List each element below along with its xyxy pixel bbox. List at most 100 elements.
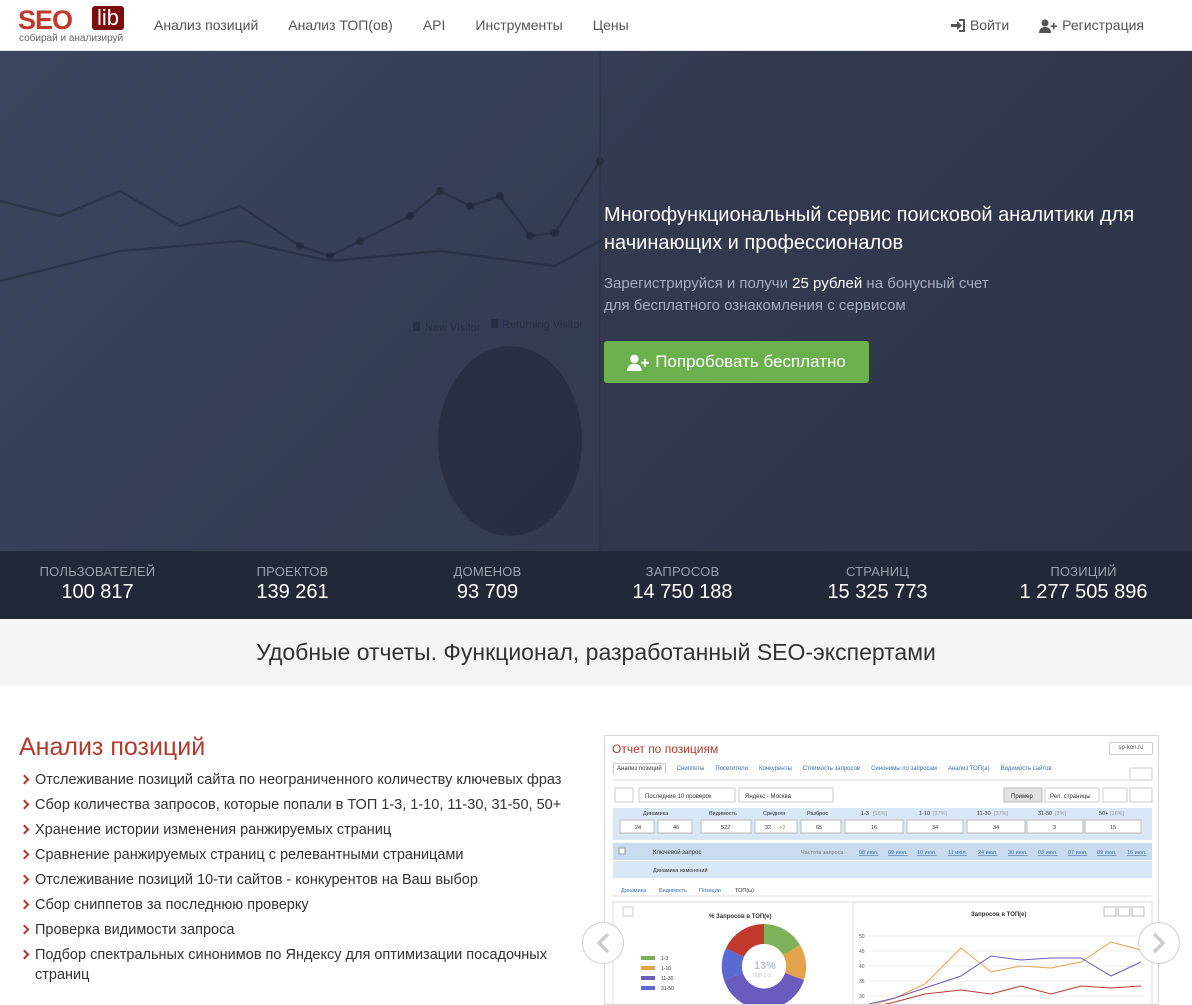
- sub-tab: Позиции: [699, 888, 721, 894]
- date-col: 09 июл.: [888, 850, 908, 856]
- metric-value: 15: [1110, 825, 1116, 831]
- filter-select: Последние 10 проверок: [645, 794, 712, 800]
- chevron-right-icon: [1152, 932, 1166, 954]
- logo-seo-text: SEO: [18, 5, 73, 35]
- metric-value: 32: [765, 825, 771, 831]
- date-col: 16 июл.: [1127, 850, 1147, 856]
- auth-menu: Войти Регистрация: [921, 0, 1144, 51]
- feature-item: Хранение истории изменения ранжируемых с…: [19, 820, 579, 840]
- hero-sub-after: на бонусный счет: [862, 275, 989, 292]
- line-tick: 50: [859, 934, 865, 940]
- donut-legend: 1-3: [661, 956, 668, 962]
- metric-head: 50+: [1099, 811, 1108, 817]
- stat-positions: ПОЗИЦИЙ 1 277 505 896: [975, 551, 1192, 619]
- sub-tab: Видимость: [659, 888, 687, 894]
- nav-link-prices[interactable]: Цены: [593, 0, 629, 51]
- example-button: Пример: [1011, 794, 1033, 800]
- feature-item: Сбор количества запросов, которые попали…: [19, 795, 579, 815]
- line-tick: 45: [859, 949, 865, 955]
- register-link[interactable]: Регистрация: [1039, 0, 1144, 51]
- stat-value: 100 817: [61, 581, 134, 603]
- metric-value: 46: [673, 825, 679, 831]
- stat-value: 15 325 773: [827, 581, 928, 603]
- line-chart-title: Запросов в ТОП(е): [971, 912, 1027, 918]
- feature-item: Проверка видимости запроса: [19, 920, 579, 940]
- date-col: 30 июл.: [1008, 850, 1028, 856]
- metric-pct: [16%]: [1110, 811, 1125, 817]
- stat-projects: ПРОЕКТОВ 139 261: [195, 551, 390, 619]
- line-tick: 35: [859, 979, 865, 985]
- date-col: 11 июл.: [948, 850, 968, 856]
- date-col: 07 июл.: [1068, 850, 1088, 856]
- metric-head: 11-30: [977, 811, 991, 817]
- metric-head: Разброс: [807, 811, 828, 817]
- date-col: 09 июл.: [1097, 850, 1117, 856]
- engine-select: Яндекс - Москва: [745, 794, 792, 800]
- stat-domains: ДОМЕНОВ 93 709: [390, 551, 585, 619]
- stat-label: СТРАНИЦ: [845, 564, 910, 579]
- stat-label: ПОЛЬЗОВАТЕЛЕЙ: [39, 564, 156, 579]
- feature-item: Сбор сниппетов за последнюю проверку: [19, 895, 579, 915]
- nav-link-positions[interactable]: Анализ позиций: [154, 0, 258, 51]
- logo-tagline: собирай и анализируй: [19, 33, 124, 44]
- top-navbar: SEO lib собирай и анализируй Анализ пози…: [0, 0, 1192, 51]
- register-label: Регистрация: [1062, 17, 1144, 33]
- report-body: Последние 10 проверок Яндекс - Москва Пр…: [612, 767, 1153, 1004]
- date-col: 10 июл.: [917, 850, 937, 856]
- col-query: Ключевой запрос: [653, 849, 701, 856]
- stat-label: ДОМЕНОВ: [453, 564, 522, 579]
- metric-value: 34: [932, 825, 938, 831]
- metric-head: 31-50: [1038, 811, 1052, 817]
- bg-legend-returning: Returning Visitor: [502, 319, 583, 331]
- stat-value: 139 261: [256, 581, 329, 603]
- date-col: 03 июл.: [1038, 850, 1058, 856]
- try-free-button[interactable]: Попробовать бесплатно: [604, 341, 869, 383]
- section-heading: Удобные отчеты. Функционал, разработанны…: [0, 619, 1192, 685]
- nav-link-api[interactable]: API: [423, 0, 446, 51]
- feature-item: Отслеживание позиций сайта по неограниче…: [19, 770, 579, 790]
- date-col: 08 июл.: [859, 850, 879, 856]
- feature-item: Подбор спектральных синонимов по Яндексу…: [19, 945, 579, 985]
- carousel-next-button[interactable]: [1138, 922, 1180, 964]
- metric-value: 65: [816, 825, 822, 831]
- hero-banner: New Visitor Returning Visitor Многофункц…: [0, 51, 1192, 551]
- nav-link-top-analysis[interactable]: Анализ ТОП(ов): [288, 0, 393, 51]
- metric-head: Средняя: [763, 811, 785, 817]
- metric-value: 522: [721, 825, 730, 831]
- donut-title: % Запросов в ТОП(е): [709, 914, 772, 920]
- stats-bar: ПОЛЬЗОВАТЕЛЕЙ 100 817 ПРОЕКТОВ 139 261 Д…: [0, 551, 1192, 619]
- donut-legend: 31-50: [661, 986, 674, 992]
- user-plus-icon: [1039, 19, 1058, 33]
- metric-value: +2: [779, 825, 785, 831]
- sub-tab: Динамика: [621, 888, 647, 894]
- hero-sub-line2: для бесплатного ознакомления с сервисом: [604, 297, 906, 314]
- try-free-label: Попробовать бесплатно: [655, 352, 846, 371]
- main-menu: Анализ позиций Анализ ТОП(ов) API Инстру…: [154, 0, 659, 51]
- nav-link-tools[interactable]: Инструменты: [475, 0, 562, 51]
- hero-title: Многофункциональный сервис поисковой ана…: [604, 204, 1135, 254]
- features-list: Отслеживание позиций сайта по неограниче…: [19, 770, 579, 990]
- stat-pages: СТРАНИЦ 15 325 773: [780, 551, 975, 619]
- stat-value: 1 277 505 896: [1019, 581, 1148, 603]
- carousel-prev-button[interactable]: [582, 922, 624, 964]
- metric-pct: [16%]: [873, 811, 888, 817]
- site-logo[interactable]: SEO lib собирай и анализируй: [18, 6, 130, 46]
- stat-label: ПРОЕКТОВ: [256, 564, 329, 579]
- metric-head: Динамика: [643, 811, 669, 817]
- features-title: Анализ позиций: [19, 733, 206, 761]
- metric-pct: [3%]: [1055, 811, 1066, 817]
- logo-wordmark: SEO: [18, 5, 73, 35]
- stat-value: 93 709: [456, 581, 519, 603]
- donut-legend: 1-10: [661, 966, 671, 972]
- bg-legend-new: New Visitor: [425, 322, 481, 334]
- line-tick: 30: [859, 994, 865, 1000]
- user-plus-icon: [627, 354, 650, 371]
- donut-center-sub: ТОП 1-3: [752, 973, 771, 979]
- stat-label: ПОЗИЦИЙ: [1050, 564, 1117, 579]
- login-link[interactable]: Войти: [950, 0, 1009, 51]
- rel-pages-button: Рел. страницы: [1050, 794, 1091, 800]
- sub-tab: ТОП(ы): [735, 888, 754, 894]
- feature-item: Отслеживание позиций 10-ти сайтов - конк…: [19, 870, 579, 890]
- donut-center: 13%: [754, 960, 776, 972]
- dynamics-row: Динамика изменений: [653, 867, 708, 874]
